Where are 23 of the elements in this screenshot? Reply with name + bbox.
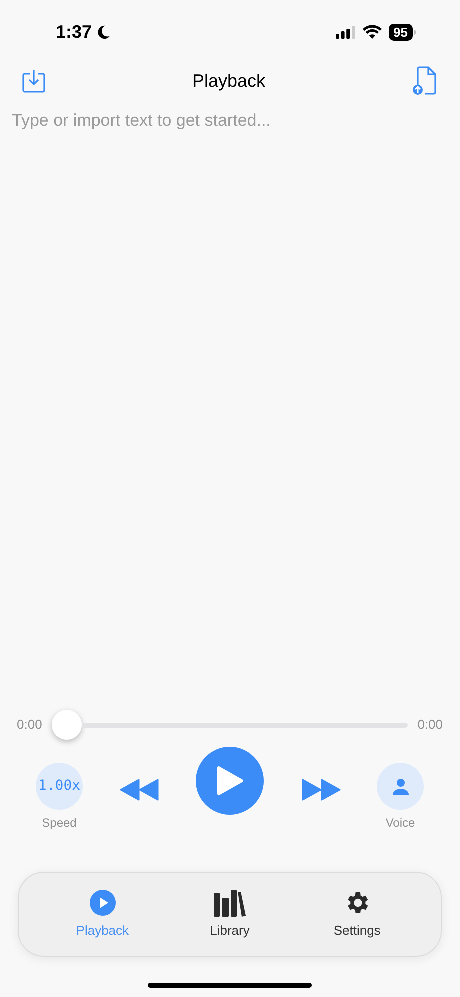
- voice-label: Voice: [386, 815, 416, 832]
- progress-thumb[interactable]: [52, 710, 82, 740]
- document-upload-icon[interactable]: [412, 66, 438, 96]
- elapsed-time: 0:00: [17, 716, 42, 734]
- speed-label: Speed: [42, 815, 77, 832]
- person-icon: [390, 776, 410, 796]
- moon-icon: [96, 24, 112, 40]
- play-icon: [215, 765, 245, 797]
- tab-item[interactable]: Settings: [294, 888, 421, 940]
- wifi-icon: [362, 25, 382, 39]
- books-icon: [212, 888, 247, 917]
- text-input-field[interactable]: Type or import text to get started...: [12, 108, 448, 134]
- battery-indicator: 95: [388, 24, 416, 40]
- header-title: Playback: [192, 70, 266, 93]
- rewind-icon[interactable]: [120, 779, 160, 801]
- import-icon[interactable]: [22, 68, 46, 94]
- tab-item[interactable]: Library: [166, 888, 294, 940]
- fast-forward-icon[interactable]: [300, 779, 340, 801]
- play-circle-icon: [88, 888, 117, 917]
- voice-button[interactable]: [377, 763, 424, 810]
- total-time: 0:00: [418, 716, 443, 734]
- signal-icon: [336, 26, 356, 38]
- status-time: 1:37: [56, 20, 92, 44]
